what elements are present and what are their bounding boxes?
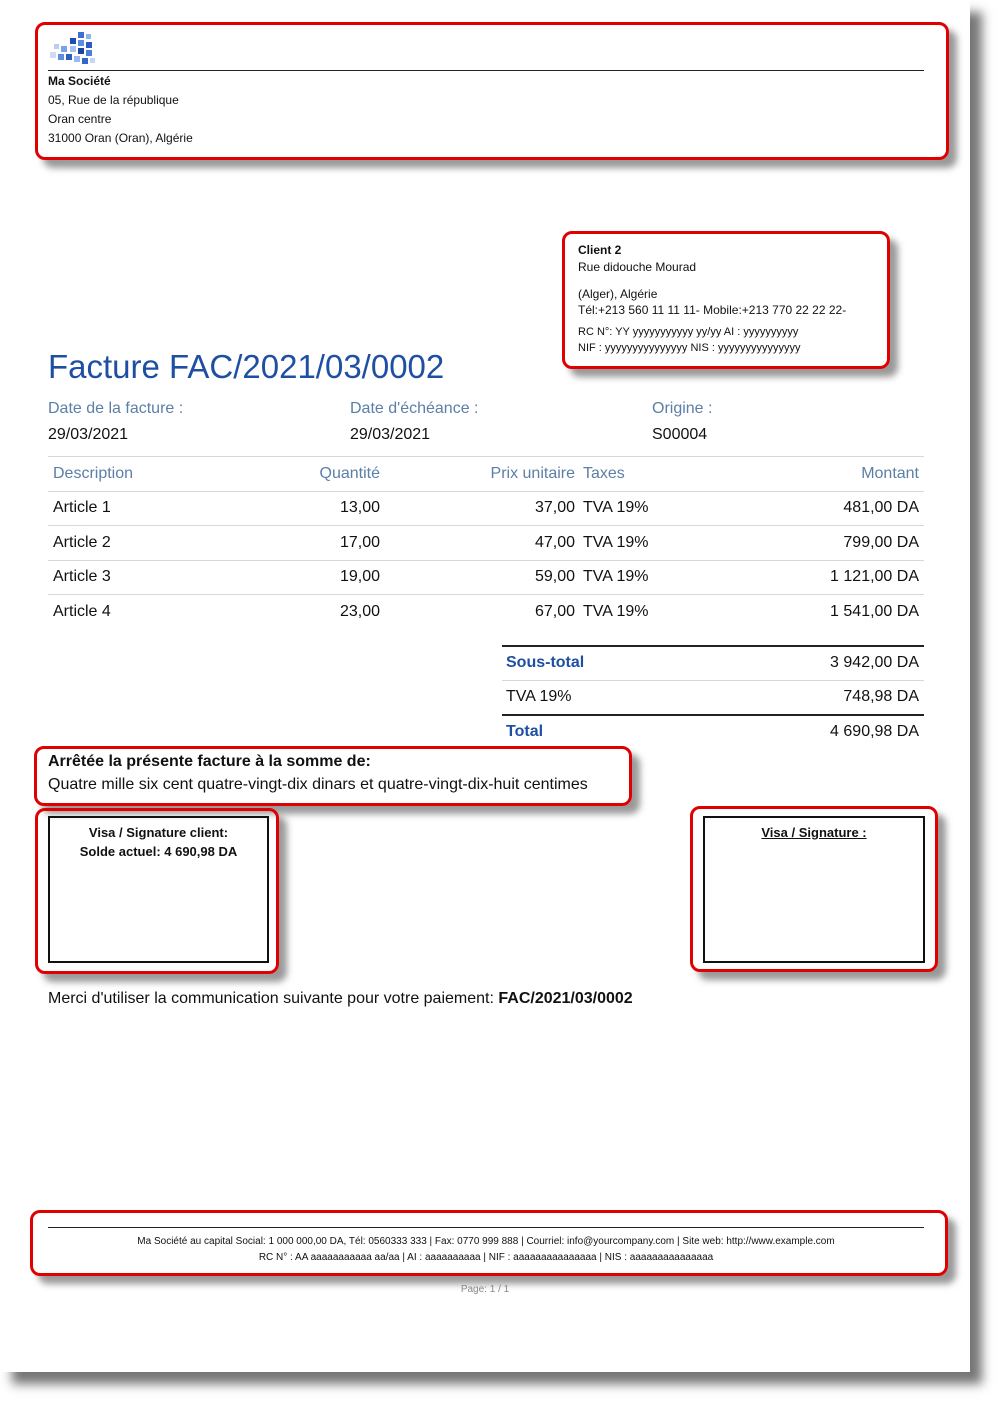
row-unit-price: 37,00 bbox=[534, 499, 575, 516]
row-amount: 481,00 DA bbox=[843, 499, 919, 516]
header-quantity: Quantité bbox=[319, 465, 380, 482]
table-row: Article 4 23,00 67,00 TVA 19% 1 541,00 D… bbox=[48, 595, 924, 629]
payment-communication: Merci d'utiliser la communication suivan… bbox=[48, 990, 633, 1008]
origin-value: S00004 bbox=[652, 426, 708, 443]
invoice-page: Ma Société 05, Rue de la république Oran… bbox=[0, 0, 970, 1372]
row-description: Article 3 bbox=[53, 568, 111, 585]
header-description: Description bbox=[53, 465, 134, 482]
row-description: Article 4 bbox=[53, 603, 111, 620]
total-value: 4 690,98 DA bbox=[830, 723, 919, 740]
footer-highlight bbox=[30, 1210, 948, 1276]
header-taxes: Taxes bbox=[583, 465, 625, 482]
company-signature-highlight bbox=[690, 806, 938, 972]
table-row: Article 2 17,00 47,00 TVA 19% 799,00 DA bbox=[48, 526, 924, 561]
payment-text: Merci d'utiliser la communication suivan… bbox=[48, 990, 499, 1007]
row-quantity: 23,00 bbox=[339, 603, 380, 620]
row-amount: 1 121,00 DA bbox=[830, 568, 919, 585]
row-quantity: 17,00 bbox=[339, 534, 380, 551]
table-header: Description Quantité Prix unitaire Taxes… bbox=[48, 457, 924, 492]
table-row: Article 3 19,00 59,00 TVA 19% 1 121,00 D… bbox=[48, 560, 924, 595]
total-row: Total 4 690,98 DA bbox=[502, 716, 924, 749]
row-taxes: TVA 19% bbox=[583, 603, 649, 620]
subtotal-label: Sous-total bbox=[506, 654, 585, 671]
row-description: Article 1 bbox=[53, 499, 111, 516]
header-unit-price: Prix unitaire bbox=[490, 465, 575, 482]
client-signature-highlight bbox=[35, 808, 279, 974]
payment-reference: FAC/2021/03/0002 bbox=[498, 990, 633, 1007]
row-unit-price: 59,00 bbox=[534, 568, 575, 585]
table-row: Article 1 13,00 37,00 TVA 19% 481,00 DA bbox=[48, 491, 924, 526]
due-date-value: 29/03/2021 bbox=[350, 426, 431, 443]
row-taxes: TVA 19% bbox=[583, 534, 649, 551]
due-date-label: Date d'échéance : bbox=[350, 400, 479, 417]
tax-row: TVA 19% 748,98 DA bbox=[502, 681, 924, 716]
header-amount: Montant bbox=[861, 465, 919, 482]
row-quantity: 19,00 bbox=[339, 568, 380, 585]
tax-label: TVA 19% bbox=[506, 688, 572, 705]
client-highlight bbox=[562, 231, 890, 369]
invoice-date-label: Date de la facture : bbox=[48, 400, 184, 417]
row-taxes: TVA 19% bbox=[583, 568, 649, 585]
invoice-date-value: 29/03/2021 bbox=[48, 426, 129, 443]
row-amount: 799,00 DA bbox=[843, 534, 919, 551]
origin-label: Origine : bbox=[652, 400, 713, 417]
amount-words-highlight bbox=[34, 746, 632, 806]
row-description: Article 2 bbox=[53, 534, 111, 551]
row-unit-price: 67,00 bbox=[534, 603, 575, 620]
row-amount: 1 541,00 DA bbox=[830, 603, 919, 620]
subtotal-value: 3 942,00 DA bbox=[830, 654, 919, 671]
invoice-title: Facture FAC/2021/03/0002 bbox=[48, 348, 445, 385]
page-number: Page: 1 / 1 bbox=[460, 1284, 510, 1295]
header-highlight bbox=[35, 22, 949, 160]
total-label: Total bbox=[506, 723, 544, 740]
row-quantity: 13,00 bbox=[339, 499, 380, 516]
row-taxes: TVA 19% bbox=[583, 499, 649, 516]
row-unit-price: 47,00 bbox=[534, 534, 575, 551]
tax-value: 748,98 DA bbox=[843, 688, 919, 705]
subtotal-row: Sous-total 3 942,00 DA bbox=[502, 647, 924, 681]
